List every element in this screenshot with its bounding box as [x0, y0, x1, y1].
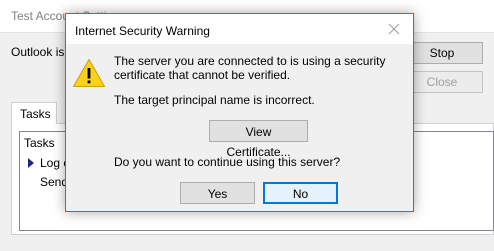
tasks-list-header: Tasks: [24, 136, 55, 150]
progress-status-text: Outlook is: [11, 45, 65, 59]
warning-icon: [73, 59, 105, 87]
list-item: Log o: [28, 156, 70, 170]
certificate-warning-message: The server you are connected to is using…: [114, 54, 386, 82]
list-item: Send: [40, 175, 69, 189]
tab-tasks[interactable]: Tasks: [11, 102, 57, 124]
yes-button[interactable]: Yes: [180, 182, 255, 204]
dialog-title: Internet Security Warning: [75, 24, 210, 38]
close-x-glyph: [388, 23, 400, 35]
continue-question: Do you want to continue using this serve…: [114, 155, 341, 169]
dialog-titlebar: Internet Security Warning: [66, 14, 413, 44]
security-warning-dialog: Internet Security Warning The server you…: [65, 13, 414, 212]
close-icon[interactable]: [381, 18, 407, 40]
no-button[interactable]: No: [263, 182, 338, 204]
view-certificate-button[interactable]: View Certificate...: [209, 120, 308, 159]
current-task-arrow-icon: [28, 158, 34, 168]
principal-name-message: The target principal name is incorrect.: [114, 93, 315, 107]
